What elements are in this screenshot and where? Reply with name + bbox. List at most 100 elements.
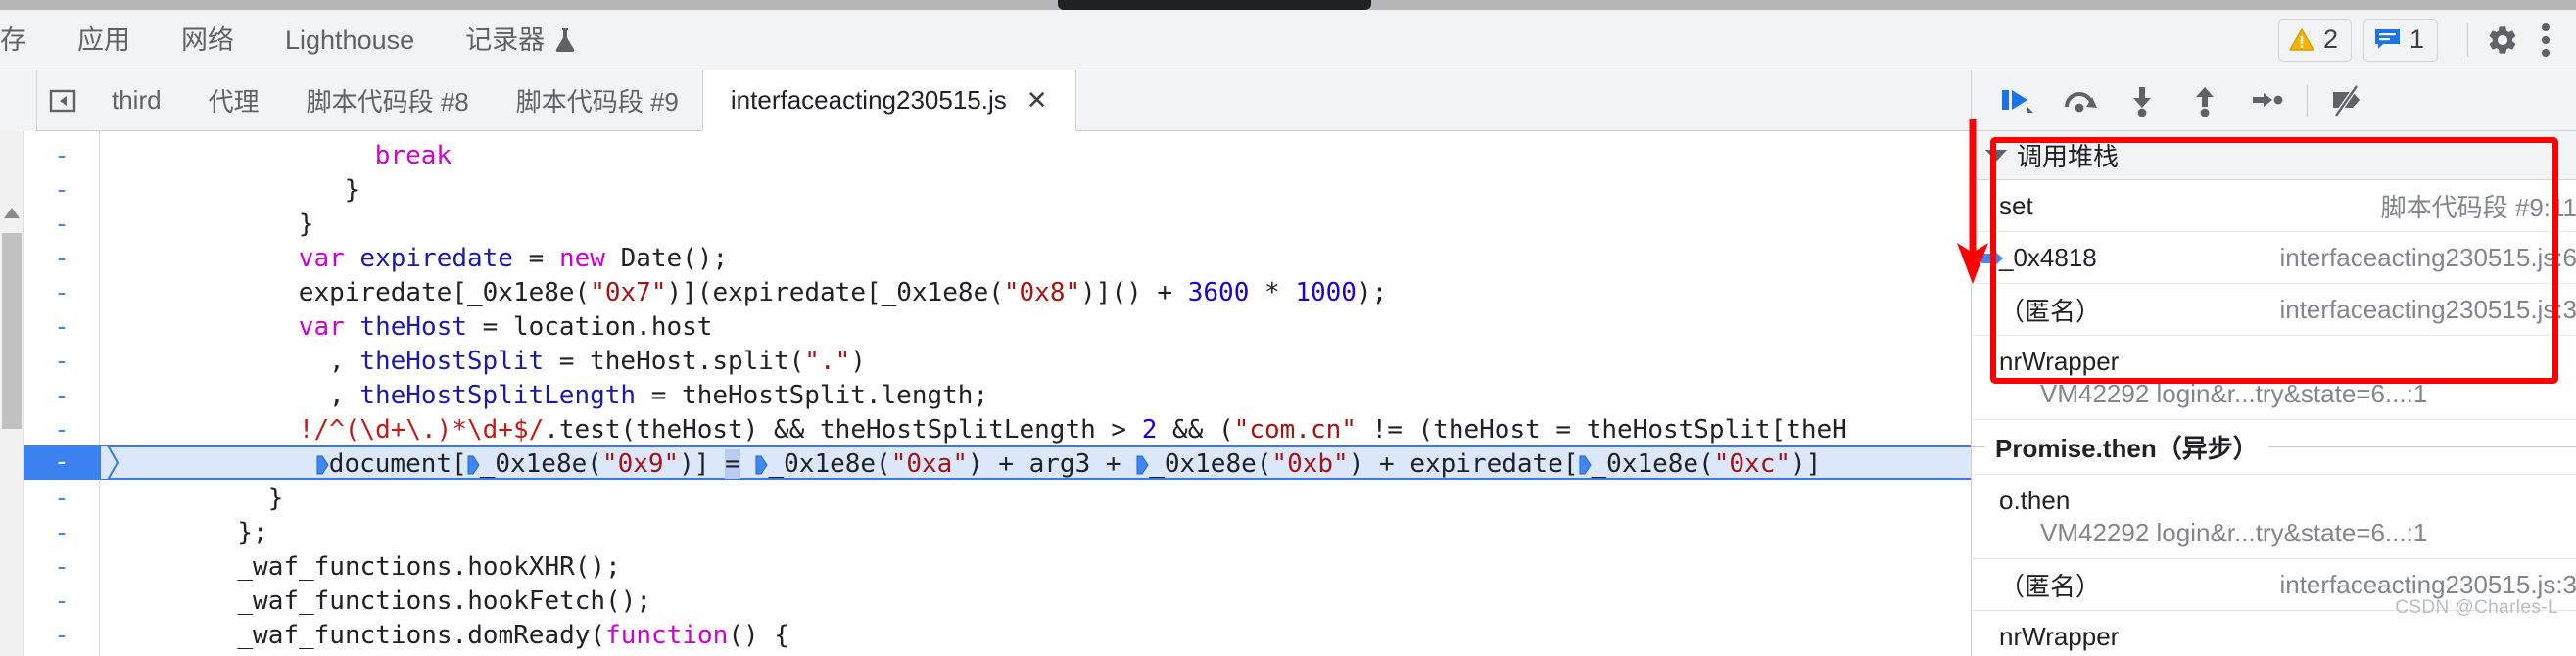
call-stack-frame[interactable]: （匿名） interfaceacting230515.js:3 <box>1972 284 2576 336</box>
devtools-window: 存 应用 网络 Lighthouse 记录器 2 1 third 代理 脚本代码… <box>0 0 2576 656</box>
step-over-icon[interactable] <box>2048 70 2111 131</box>
fold-mark[interactable]: - <box>24 445 100 480</box>
panel-tab-application[interactable]: 应用 <box>52 10 156 70</box>
call-stack-frame[interactable]: nrWrapper VM42292 login&r...try&state=6..… <box>1972 336 2576 420</box>
code-token: } <box>267 484 284 513</box>
code-token: )]() + <box>1080 278 1188 307</box>
code-line[interactable]: } <box>268 482 284 516</box>
scrollbar-thumb[interactable] <box>2 233 22 429</box>
panel-tab-network[interactable]: 网络 <box>156 10 260 70</box>
call-stack-frame-location: VM42292 login&r...try&state=6...:1 <box>2040 378 2428 408</box>
source-tab-proxy[interactable]: 代理 <box>185 70 283 131</box>
fold-mark[interactable]: - <box>24 482 100 516</box>
code-line[interactable]: var theHost = location.host <box>299 310 713 345</box>
step-into-icon[interactable] <box>2111 70 2173 131</box>
code-line[interactable]: _waf_functions.domReady(function() { <box>237 619 789 653</box>
code-line[interactable]: expiredate[_0x1e8e("0x7")](expiredate[_0… <box>299 276 1387 310</box>
code-line[interactable]: break <box>375 139 452 173</box>
inline-step-marker-icon[interactable] <box>467 450 480 475</box>
panel-tab-label: 记录器 <box>465 24 546 55</box>
source-tab-third[interactable]: third <box>88 70 185 131</box>
fold-mark[interactable]: - <box>24 345 100 379</box>
panel-tab-storage[interactable]: 存 <box>0 10 52 70</box>
close-icon[interactable]: ✕ <box>1026 87 1048 113</box>
code-line[interactable]: , theHostSplit = theHost.split(".") <box>329 345 866 379</box>
code-token: new <box>558 244 621 273</box>
fold-mark[interactable]: - <box>24 276 100 310</box>
panel-tab-label: 应用 <box>77 24 130 55</box>
source-tab-label: 脚本代码段 #8 <box>306 87 469 117</box>
fold-mark[interactable]: - <box>24 413 100 447</box>
code-line[interactable]: _waf_functions.hookXHR(); <box>237 550 620 585</box>
resume-icon[interactable] <box>1985 70 2048 131</box>
fold-mark[interactable]: - <box>24 310 100 345</box>
code-line[interactable]: }; <box>237 516 267 550</box>
code-token: _0x1e8e( <box>768 449 891 479</box>
sources-tabbar-left-gutter <box>0 70 37 131</box>
fold-mark[interactable]: - <box>24 173 100 208</box>
warnings-badge[interactable]: 2 <box>2277 18 2352 62</box>
inline-step-marker-icon[interactable] <box>755 450 769 475</box>
source-tab-snippet-8[interactable]: 脚本代码段 #8 <box>283 70 493 131</box>
code-token: = <box>512 244 559 273</box>
code-line[interactable]: } <box>299 208 314 242</box>
call-stack-frame[interactable]: o.then VM42292 login&r...try&state=6...:1 <box>1972 475 2576 559</box>
call-stack-frame[interactable]: set 脚本代码段 #9:11 <box>1972 180 2576 232</box>
code-token: ) <box>850 347 866 376</box>
code-token: theHostSplit <box>359 347 545 376</box>
messages-badge[interactable]: 1 <box>2362 18 2438 62</box>
call-stack-frame-name: _0x4818 <box>1999 242 2097 272</box>
call-stack-frame-location: 脚本代码段 #9:11 <box>2380 192 2576 222</box>
panel-tab-label: 网络 <box>181 24 234 55</box>
editor-code-lines[interactable]: break}} var expiredate = new Date(); expir… <box>100 131 1971 656</box>
deactivate-breakpoints-icon[interactable] <box>2315 70 2378 131</box>
editor-vertical-scrollbar[interactable] <box>0 131 24 656</box>
show-navigator-icon[interactable] <box>37 70 88 131</box>
code-line[interactable]: var expiredate = new Date(); <box>299 242 728 276</box>
code-token: , <box>329 347 360 376</box>
call-stack-frame-name: set <box>1999 190 2033 220</box>
code-line[interactable]: !/^(\d+\.)*\d+$/.test(theHost) && theHos… <box>299 413 1847 447</box>
source-tab-snippet-9[interactable]: 脚本代码段 #9 <box>493 70 702 131</box>
fold-mark[interactable]: - <box>24 619 100 653</box>
code-token: _0x1e8e( <box>479 449 602 479</box>
fold-mark[interactable]: - <box>24 379 100 413</box>
panel-tab-recorder[interactable]: 记录器 <box>440 10 601 70</box>
call-stack-frame[interactable]: _0x4818 interfaceacting230515.js:6 <box>1972 232 2576 284</box>
step-icon[interactable] <box>2236 70 2299 131</box>
kebab-menu-icon[interactable] <box>2541 23 2551 57</box>
gear-icon[interactable] <box>2486 23 2519 57</box>
fold-mark[interactable]: - <box>24 550 100 585</box>
code-token: && ( <box>1157 415 1234 445</box>
inline-step-marker-icon[interactable] <box>316 450 329 475</box>
code-line[interactable]: , theHostSplitLength = theHostSplit.leng… <box>329 379 988 413</box>
source-tab-interfaceacting[interactable]: interfaceacting230515.js ✕ <box>701 70 1076 131</box>
step-out-icon[interactable] <box>2173 70 2236 131</box>
source-tab-label: 脚本代码段 #9 <box>515 87 679 117</box>
fold-mark[interactable]: - <box>24 242 100 276</box>
code-line[interactable]: _waf_functions.hookFetch(); <box>237 585 651 619</box>
call-stack-header[interactable]: 调用堆栈 <box>1972 131 2576 180</box>
fold-mark[interactable]: - <box>24 139 100 173</box>
code-line[interactable]: document[_0x1e8e("0x9")] = _0x1e8e("0xa"… <box>316 447 1821 482</box>
inline-step-marker-icon[interactable] <box>1579 450 1592 475</box>
code-editor[interactable]: -------------- break}} var expiredate = n… <box>0 131 1971 656</box>
fold-mark[interactable]: - <box>24 516 100 550</box>
fold-mark[interactable]: - <box>24 208 100 242</box>
call-stack-panel: 调用堆栈 set 脚本代码段 #9:11 _0x4818 interfaceactin… <box>1972 131 2576 656</box>
code-line[interactable]: } <box>345 173 360 208</box>
scroll-up-arrow-icon[interactable] <box>4 208 20 218</box>
code-token: _0x1e8e( <box>1149 449 1272 479</box>
inline-step-marker-icon[interactable] <box>1136 450 1149 475</box>
flask-icon <box>554 27 576 53</box>
fold-mark[interactable]: - <box>24 585 100 619</box>
toolbar-divider <box>2467 23 2468 57</box>
code-token: _waf_functions.domReady( <box>237 621 606 650</box>
devtools-panel-tabbar: 存 应用 网络 Lighthouse 记录器 2 1 <box>0 10 2576 70</box>
warning-count: 2 <box>2322 24 2338 54</box>
panel-tab-lighthouse[interactable]: Lighthouse <box>260 10 440 70</box>
code-token: }; <box>237 518 268 547</box>
code-token: } <box>344 175 360 205</box>
editor-fold-gutter[interactable]: -------------- <box>24 131 100 656</box>
